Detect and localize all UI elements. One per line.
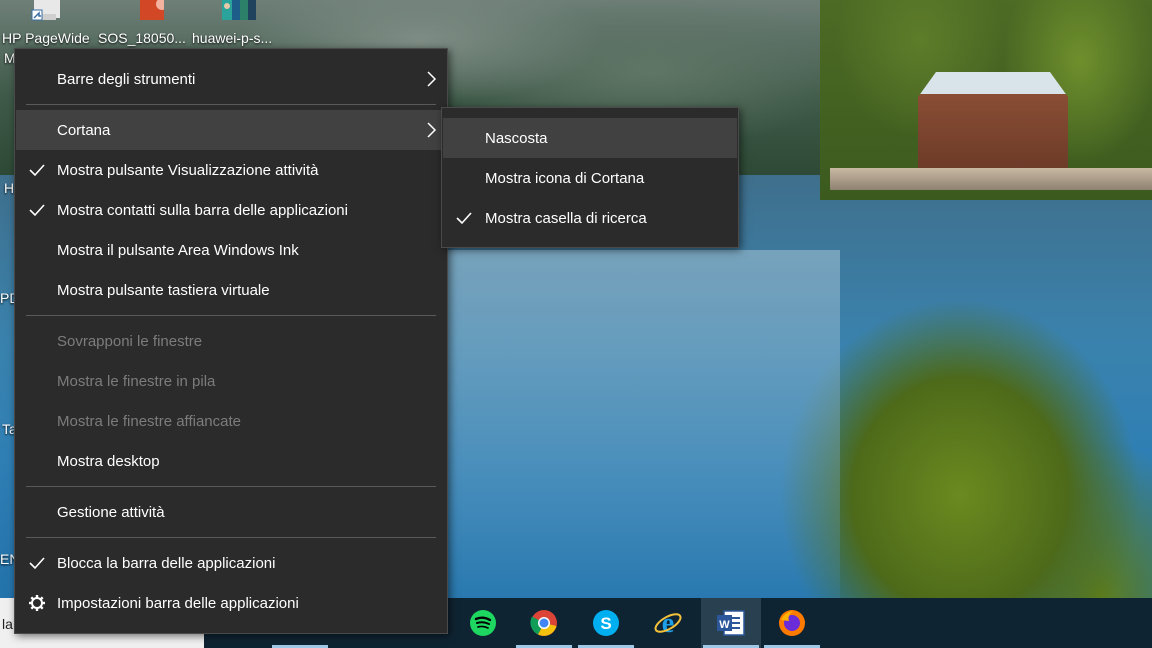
menu-item-label: Blocca la barra delle applicazioni xyxy=(57,554,276,572)
menu-item-label: Sovrapponi le finestre xyxy=(57,332,203,350)
desktop-icon-label: HP PageWide xyxy=(2,30,90,46)
svg-text:S: S xyxy=(600,614,611,633)
menu-item-label: Impostazioni barra delle applicazioni xyxy=(57,594,299,612)
menu-item-show-desktop[interactable]: Mostra desktop xyxy=(16,441,446,481)
skype-icon: S xyxy=(593,610,619,636)
menu-item-toolbars[interactable]: Barre degli strumenti xyxy=(16,59,446,99)
wallpaper-cabin xyxy=(918,72,1068,172)
chevron-right-icon xyxy=(427,71,437,87)
menu-item-label: Barre degli strumenti xyxy=(57,70,196,88)
menu-item-label: Cortana xyxy=(57,121,111,139)
checkmark-icon xyxy=(29,164,45,177)
menu-item-people-button[interactable]: Mostra contatti sulla barra delle applic… xyxy=(16,190,446,230)
menu-item-cascade-windows: Sovrapponi le finestre xyxy=(16,321,446,361)
wallpaper-reflection xyxy=(440,250,840,600)
menu-item-side-by-side-windows: Mostra le finestre affiancate xyxy=(16,401,446,441)
menu-separator xyxy=(26,486,436,487)
menu-item-label: Gestione attività xyxy=(57,503,165,521)
chrome-icon xyxy=(530,610,557,636)
checkmark-icon xyxy=(29,204,45,217)
chevron-right-icon xyxy=(427,122,437,138)
taskbar-clipped-label: la xyxy=(2,616,13,632)
checkmark-icon xyxy=(456,212,472,225)
menu-item-label: Mostra pulsante Visualizzazione attività xyxy=(57,161,319,179)
taskbar-button-internet-explorer[interactable]: e xyxy=(638,598,698,648)
cortana-submenu: Nascosta Mostra icona di Cortana Mostra … xyxy=(441,107,739,248)
spotify-icon xyxy=(470,610,496,636)
internet-explorer-icon: e xyxy=(654,608,682,638)
taskbar-context-menu: Barre degli strumenti Cortana Mostra pul… xyxy=(14,48,448,634)
desktop-icon-label: huawei-p-s... xyxy=(192,30,273,46)
taskbar-button-skype[interactable]: S xyxy=(576,598,636,648)
svg-text:e: e xyxy=(662,608,674,638)
printer-icon xyxy=(31,0,60,21)
taskbar-button-firefox[interactable] xyxy=(762,598,822,648)
menu-item-task-manager[interactable]: Gestione attività xyxy=(16,492,446,532)
gear-icon xyxy=(29,595,45,611)
taskbar-button-word[interactable]: W xyxy=(701,598,761,648)
menu-item-label: Mostra le finestre in pila xyxy=(57,372,216,390)
menu-item-label: Mostra icona di Cortana xyxy=(485,169,645,187)
image-file-icon xyxy=(222,0,256,20)
submenu-item-show-cortana-icon[interactable]: Mostra icona di Cortana xyxy=(443,158,737,198)
menu-separator xyxy=(26,315,436,316)
taskbar-button-spotify[interactable] xyxy=(453,598,513,648)
menu-item-label: Mostra il pulsante Area Windows Ink xyxy=(57,241,299,259)
menu-item-label: Mostra le finestre affiancate xyxy=(57,412,241,430)
desktop-icon-sos-file[interactable]: SOS_18050... xyxy=(96,0,186,48)
submenu-item-show-search-box[interactable]: Mostra casella di ricerca xyxy=(443,198,737,238)
menu-item-label: Mostra desktop xyxy=(57,452,160,470)
desktop-icon-hp-pagewide[interactable]: HP PageWide xyxy=(0,0,92,48)
menu-item-label: Mostra contatti sulla barra delle applic… xyxy=(57,201,348,219)
menu-item-label: Mostra casella di ricerca xyxy=(485,209,647,227)
menu-item-label: Mostra pulsante tastiera virtuale xyxy=(57,281,270,299)
submenu-item-hidden[interactable]: Nascosta xyxy=(443,118,737,158)
desktop-clipped-label: H xyxy=(4,180,15,196)
word-icon: W xyxy=(717,610,745,636)
menu-separator xyxy=(26,104,436,105)
wallpaper-shore xyxy=(830,168,1152,190)
menu-item-cortana[interactable]: Cortana xyxy=(16,110,446,150)
firefox-icon xyxy=(779,610,805,636)
menu-item-label: Nascosta xyxy=(485,129,548,147)
svg-text:W: W xyxy=(719,619,730,631)
desktop-icon-huawei[interactable]: huawei-p-s... xyxy=(192,0,278,48)
menu-item-stack-windows: Mostra le finestre in pila xyxy=(16,361,446,401)
powerpoint-file-icon xyxy=(140,0,168,20)
menu-item-task-view-button[interactable]: Mostra pulsante Visualizzazione attività xyxy=(16,150,446,190)
desktop-icon-label: SOS_18050... xyxy=(98,30,186,46)
menu-item-taskbar-settings[interactable]: Impostazioni barra delle applicazioni xyxy=(16,583,446,623)
menu-item-touch-keyboard-button[interactable]: Mostra pulsante tastiera virtuale xyxy=(16,270,446,310)
menu-separator xyxy=(26,537,436,538)
menu-item-windows-ink-button[interactable]: Mostra il pulsante Area Windows Ink xyxy=(16,230,446,270)
taskbar-button-chrome[interactable] xyxy=(514,598,574,648)
menu-item-lock-taskbar[interactable]: Blocca la barra delle applicazioni xyxy=(16,543,446,583)
checkmark-icon xyxy=(29,557,45,570)
